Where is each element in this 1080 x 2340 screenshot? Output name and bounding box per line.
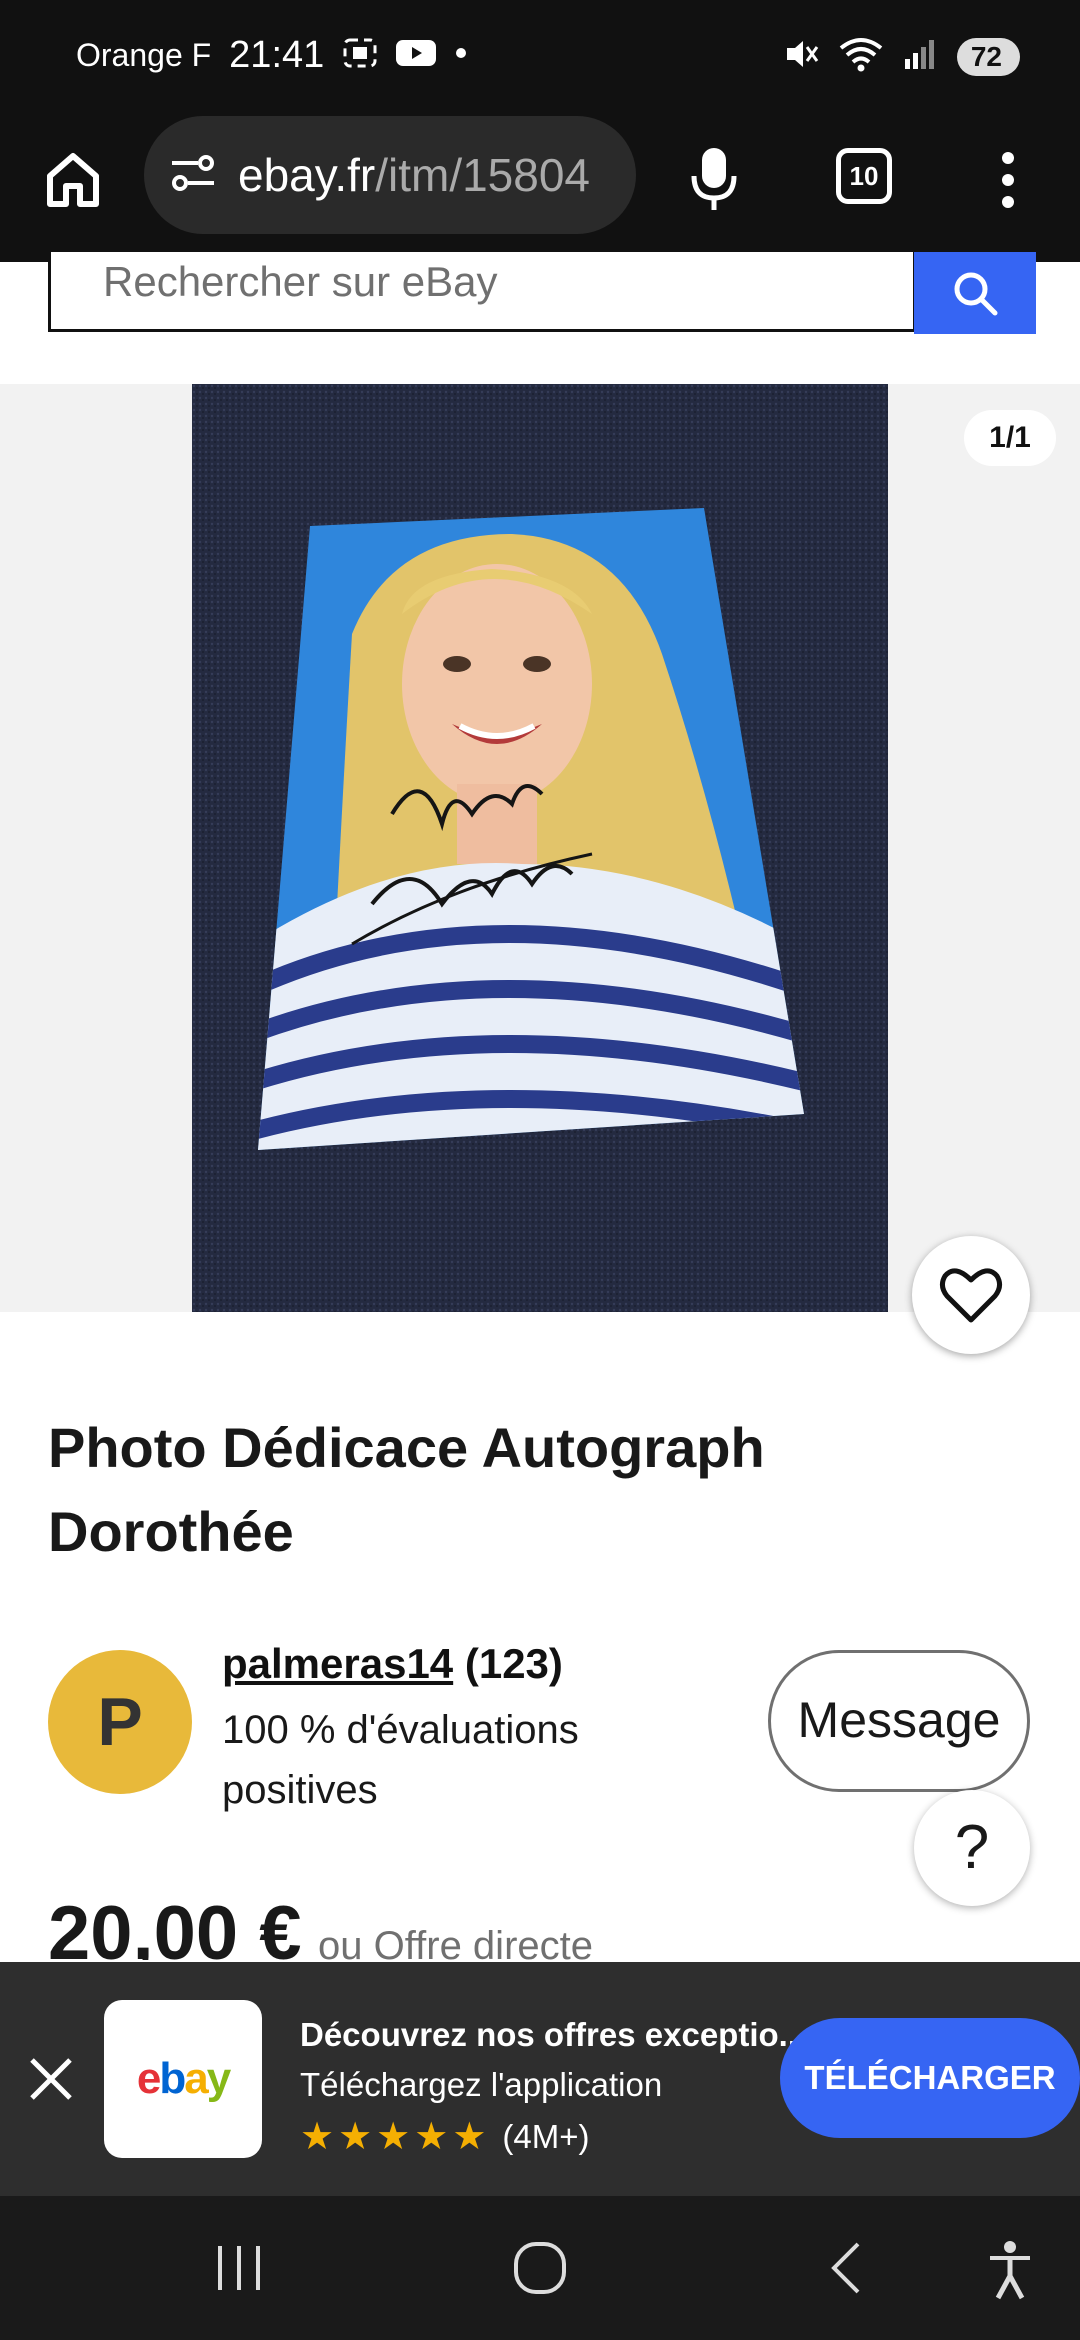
mute-icon: [783, 36, 819, 77]
url-domain: ebay.fr: [238, 149, 376, 201]
app-install-banner: ebay Découvrez nos offres exceptio... Té…: [0, 1962, 1080, 2196]
url-text: ebay.fr/itm/15804: [238, 148, 590, 202]
mic-icon: [691, 148, 737, 210]
close-banner-button[interactable]: [26, 2054, 76, 2104]
status-bar: Orange F 21:41 72: [0, 0, 1080, 116]
home-nav-button[interactable]: [512, 2240, 568, 2301]
photo-image: [192, 384, 888, 1312]
help-button[interactable]: ?: [914, 1790, 1030, 1906]
home-circle-icon: [514, 2242, 566, 2294]
signal-icon: [903, 37, 937, 76]
system-nav-bar: [0, 2196, 1080, 2340]
more-menu-button[interactable]: [996, 150, 1020, 210]
star-icon: ★: [452, 2116, 487, 2158]
best-offer-label: ou Offre directe: [318, 1924, 593, 1960]
image-counter: 1/1: [964, 410, 1056, 466]
clock: 21:41: [229, 34, 325, 76]
close-icon: [30, 2058, 72, 2100]
star-icon: ★: [338, 2116, 373, 2158]
battery-indicator: 72: [956, 37, 1020, 76]
back-button[interactable]: [826, 2240, 866, 2301]
banner-title: Découvrez nos offres exceptio...: [300, 2016, 807, 2053]
home-button[interactable]: [38, 144, 108, 214]
accessibility-button[interactable]: [986, 2240, 1034, 2305]
search-input[interactable]: Rechercher sur eBay: [48, 252, 916, 332]
dot-icon: [454, 46, 468, 65]
price-row: 20,00 € ou Offre directe: [48, 1890, 593, 1960]
banner-subtitle: Téléchargez l'application: [300, 2066, 663, 2103]
app-rating: ★ ★ ★ ★ ★ (4M+): [300, 2118, 589, 2156]
address-bar[interactable]: ebay.fr/itm/15804: [144, 116, 636, 234]
ebay-app-logo: ebay: [104, 2000, 262, 2158]
message-seller-button[interactable]: Message: [768, 1650, 1030, 1792]
status-left: Orange F 21:41: [76, 34, 468, 77]
seller-info: palmeras14 (123): [222, 1640, 563, 1688]
browser-toolbar: ebay.fr/itm/15804 10: [0, 116, 1080, 262]
search-button[interactable]: [914, 252, 1036, 334]
search-bar: Rechercher sur eBay: [48, 252, 1036, 334]
star-icon: ★: [376, 2116, 411, 2158]
seller-feedback-count: (123): [464, 1640, 563, 1687]
image-gallery[interactable]: 1/1: [0, 384, 1080, 1312]
wifi-icon: [839, 36, 883, 77]
url-path: /itm/15804: [375, 149, 591, 201]
star-icon: ★: [300, 2116, 335, 2158]
recent-apps-icon: [218, 2246, 260, 2290]
listing-photo[interactable]: [192, 384, 888, 1312]
site-settings-icon[interactable]: [168, 151, 218, 200]
home-icon: [47, 153, 99, 207]
back-icon: [831, 2242, 860, 2294]
voice-search-button[interactable]: [686, 144, 742, 214]
seller-rating: 100 % d'évaluations positives: [222, 1708, 579, 1812]
download-app-button[interactable]: TÉLÉCHARGER: [780, 2018, 1080, 2138]
seller-name-link[interactable]: palmeras14: [222, 1640, 453, 1687]
youtube-icon: [396, 38, 437, 73]
price: 20,00 €: [48, 1891, 302, 1960]
accessibility-icon: [990, 2241, 1030, 2300]
carrier-label: Orange F: [76, 37, 212, 73]
more-menu-icon: [1002, 152, 1014, 208]
screenshot-icon: [342, 37, 378, 74]
recent-apps-button[interactable]: [214, 2240, 264, 2301]
listing-title: Photo Dédicace Autograph Dorothée: [48, 1416, 765, 1563]
rating-count: (4M+): [502, 2118, 590, 2155]
star-icon: ★: [414, 2116, 449, 2158]
seller-avatar[interactable]: P: [48, 1650, 192, 1794]
ebay-logo: ebay: [136, 2054, 231, 2103]
status-right: 72: [783, 36, 1020, 77]
tabs-button[interactable]: 10: [836, 148, 892, 204]
heart-icon: [939, 1268, 1003, 1323]
search-icon: [954, 272, 998, 316]
watchlist-button[interactable]: [912, 1236, 1030, 1354]
